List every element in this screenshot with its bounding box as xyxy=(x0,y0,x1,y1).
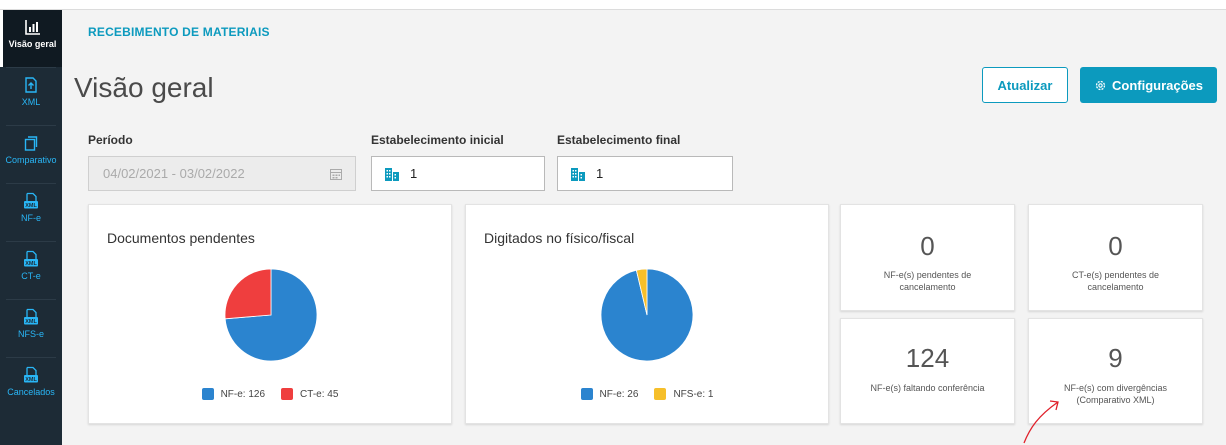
legend-swatch xyxy=(654,388,667,400)
refresh-button[interactable]: Atualizar xyxy=(982,67,1068,103)
sidebar: Visão geral XML Comparativo XML NF-e XML… xyxy=(0,10,62,445)
period-value: 04/02/2021 - 03/02/2022 xyxy=(103,166,245,181)
sidebar-item-comparativo[interactable]: Comparativo xyxy=(0,126,62,183)
typed-documents-pie xyxy=(600,268,694,362)
legend-item-nfe: NF-e: 26 xyxy=(580,388,639,400)
estab-start-field[interactable]: 1 xyxy=(371,156,545,191)
legend-item-nfe: NF-e: 126 xyxy=(201,388,266,400)
legend-item-cte: CT-e: 45 xyxy=(281,388,338,400)
stat-value: 124 xyxy=(905,343,950,373)
module-title: RECEBIMENTO DE MATERIAIS xyxy=(88,25,270,39)
legend-label: NF-e: 26 xyxy=(599,388,639,400)
stat-card-cte-cancel[interactable]: 0 CT-e(s) pendentes de cancelamento xyxy=(1028,204,1203,311)
sidebar-item-nfe[interactable]: XML NF-e xyxy=(0,184,62,241)
xml-file-icon: XML xyxy=(24,308,38,325)
stat-value: 0 xyxy=(1108,231,1123,261)
svg-text:XML: XML xyxy=(25,203,37,209)
typed-documents-card: Digitados no físico/fiscal NF-e: 26 NFS-… xyxy=(465,204,829,424)
chart-legend: NF-e: 26 NFS-e: 1 xyxy=(466,388,828,400)
xml-file-icon: XML xyxy=(24,192,38,209)
xml-file-icon: XML xyxy=(24,366,38,383)
page-title: Visão geral xyxy=(74,72,214,103)
pending-documents-pie xyxy=(224,268,318,362)
stat-card-nfe-cancel[interactable]: 0 NF-e(s) pendentes de cancelamento xyxy=(840,204,1015,311)
legend-swatch xyxy=(580,388,593,400)
building-icon xyxy=(571,167,585,181)
top-bar xyxy=(0,0,1226,10)
sidebar-item-label: NFS-e xyxy=(17,329,44,339)
sidebar-item-xml[interactable]: XML xyxy=(0,68,62,125)
estab-start-value: 1 xyxy=(410,166,418,181)
annotation-arrow-icon xyxy=(1023,400,1059,444)
legend-swatch xyxy=(281,388,294,400)
stat-label: NF-e(s) pendentes de cancelamento xyxy=(883,270,972,292)
stat-label: CT-e(s) pendentes de cancelamento xyxy=(1071,270,1160,292)
legend-swatch xyxy=(201,388,214,400)
calendar-icon xyxy=(330,169,342,180)
stat-card-nfe-conferencia[interactable]: 124 NF-e(s) faltando conferência xyxy=(840,318,1015,424)
stat-value: 9 xyxy=(1108,343,1123,373)
bar-chart-icon xyxy=(24,20,40,35)
sidebar-item-label: XML xyxy=(21,97,41,107)
sidebar-item-label: NF-e xyxy=(21,213,41,223)
legend-label: NFS-e: 1 xyxy=(673,388,714,400)
estab-start-label: Estabelecimento inicial xyxy=(371,133,504,147)
period-field[interactable]: 04/02/2021 - 03/02/2022 xyxy=(88,156,356,191)
estab-end-label: Estabelecimento final xyxy=(557,133,681,147)
svg-text:XML: XML xyxy=(25,319,37,325)
chart-legend: NF-e: 126 CT-e: 45 xyxy=(89,388,451,400)
stat-label: NF-e(s) faltando conferência xyxy=(870,383,985,393)
settings-button-label: Configurações xyxy=(1111,77,1203,93)
estab-end-value: 1 xyxy=(596,166,604,181)
svg-text:XML: XML xyxy=(25,261,37,267)
sidebar-item-nfse[interactable]: XML NFS-e xyxy=(0,300,62,357)
copy-icon xyxy=(24,136,38,151)
legend-label: CT-e: 45 xyxy=(300,388,339,400)
pending-documents-card: Documentos pendentes NF-e: 126 CT-e: 45 xyxy=(88,204,452,424)
upload-file-icon xyxy=(25,77,37,93)
settings-button[interactable]: Configurações xyxy=(1080,67,1217,103)
card-title: Digitados no físico/fiscal xyxy=(484,230,635,246)
sidebar-item-cte[interactable]: XML CT-e xyxy=(0,242,62,299)
sidebar-item-label: Cancelados xyxy=(7,387,55,397)
sidebar-item-label: Comparativo xyxy=(5,155,57,165)
legend-label: NF-e: 126 xyxy=(220,388,266,400)
card-title: Documentos pendentes xyxy=(107,230,255,246)
sidebar-item-label: CT-e xyxy=(21,271,41,281)
svg-text:XML: XML xyxy=(25,377,37,383)
sidebar-item-visao-geral[interactable]: Visão geral xyxy=(0,10,62,67)
xml-file-icon: XML xyxy=(24,250,38,267)
sidebar-item-label: Visão geral xyxy=(8,39,57,49)
legend-item-nfse: NFS-e: 1 xyxy=(654,388,713,400)
sidebar-item-cancelados[interactable]: XML Cancelados xyxy=(0,358,62,415)
building-icon xyxy=(385,167,399,181)
period-label: Período xyxy=(88,133,133,147)
estab-end-field[interactable]: 1 xyxy=(557,156,733,191)
gear-icon xyxy=(1095,80,1106,90)
stat-value: 0 xyxy=(920,231,935,261)
pie-slice-ct-e[interactable] xyxy=(224,268,272,320)
